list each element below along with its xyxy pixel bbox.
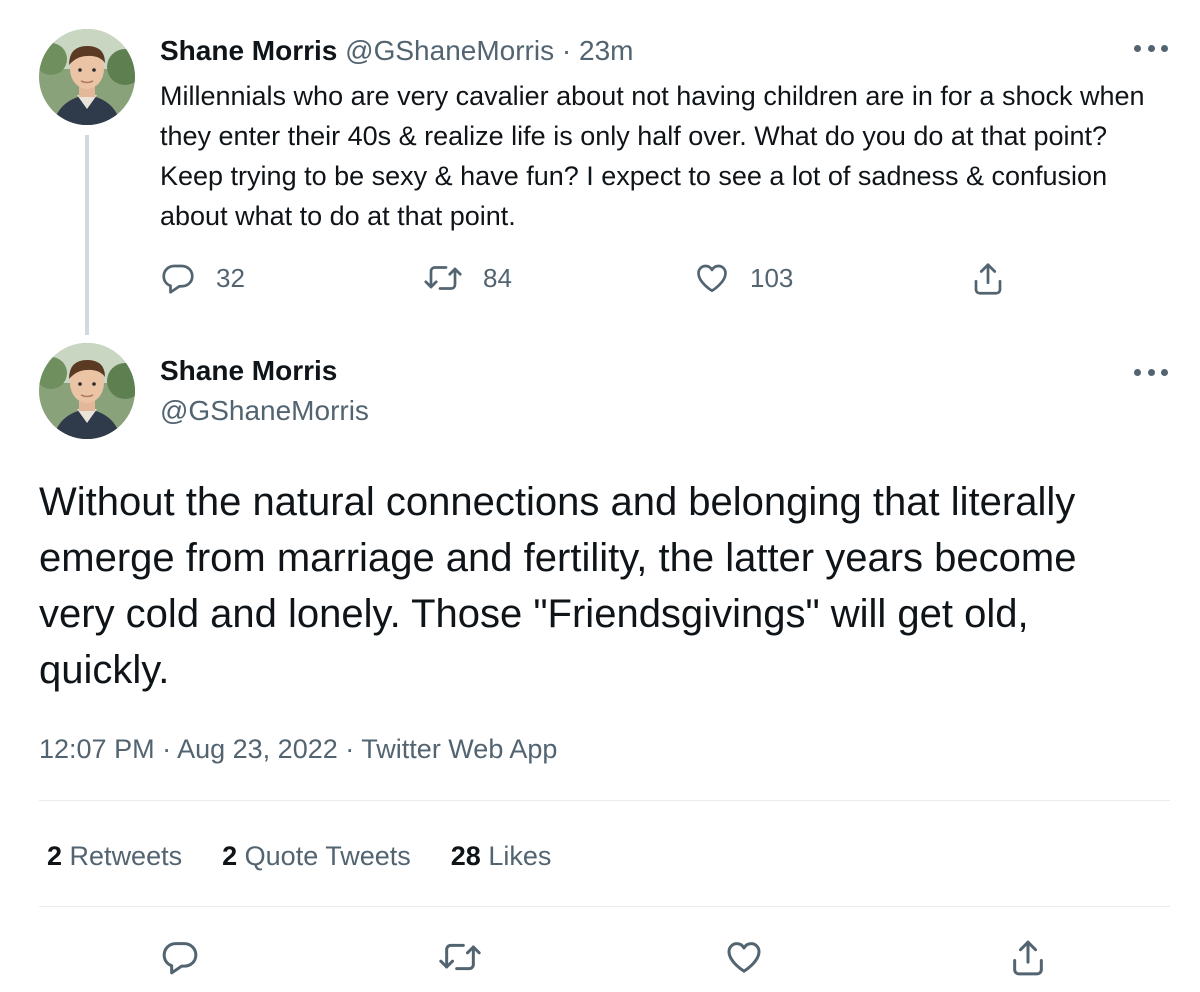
- tweet-date[interactable]: Aug 23, 2022: [177, 734, 338, 764]
- tweet-meta: 12:07 PM · Aug 23, 2022 · Twitter Web Ap…: [39, 731, 557, 767]
- tweet-time[interactable]: 23m: [579, 35, 633, 66]
- retweet-icon: [438, 937, 482, 977]
- like-button[interactable]: [724, 937, 764, 977]
- share-button[interactable]: [1008, 937, 1048, 979]
- heart-icon: [724, 937, 764, 977]
- divider: [39, 906, 1170, 907]
- divider: [39, 800, 1170, 801]
- share-button[interactable]: [970, 260, 1006, 298]
- more-icon[interactable]: [1134, 362, 1168, 382]
- separator-dot: ·: [162, 734, 172, 764]
- retweets-label: Retweets: [69, 841, 183, 871]
- author-name[interactable]: Shane Morris: [160, 35, 337, 66]
- separator-dot: ·: [345, 734, 355, 764]
- reply-count: 32: [216, 262, 245, 293]
- likes-stat[interactable]: 28 Likes: [451, 838, 552, 874]
- parent-tweet-header: Shane Morris @GShaneMorris · 23m: [160, 33, 633, 69]
- more-icon[interactable]: [1134, 38, 1168, 58]
- retweet-icon: [423, 260, 463, 296]
- author-handle[interactable]: @GShaneMorris: [345, 35, 554, 66]
- tweet-time[interactable]: 12:07 PM: [39, 734, 155, 764]
- reply-icon: [160, 260, 196, 296]
- author-handle[interactable]: @GShaneMorris: [160, 393, 369, 429]
- thread-line: [85, 135, 89, 335]
- avatar[interactable]: [39, 343, 135, 439]
- retweet-button[interactable]: 84: [423, 260, 512, 296]
- tweet-detail-page: Shane Morris @GShaneMorris · 23m Millenn…: [0, 0, 1200, 992]
- reply-button[interactable]: 32: [160, 260, 245, 296]
- share-icon: [1008, 937, 1048, 979]
- quote-tweets-stat[interactable]: 2 Quote Tweets: [222, 838, 411, 874]
- heart-icon: [694, 260, 730, 296]
- reply-icon: [160, 937, 200, 977]
- retweets-stat[interactable]: 2 Retweets: [47, 838, 182, 874]
- likes-count: 28: [450, 841, 481, 871]
- likes-label: Likes: [488, 841, 552, 871]
- avatar[interactable]: [39, 29, 135, 125]
- quote-tweets-label: Quote Tweets: [244, 841, 411, 871]
- tweet-source[interactable]: Twitter Web App: [361, 734, 557, 764]
- main-tweet-text: Without the natural connections and belo…: [39, 480, 1077, 692]
- author-name[interactable]: Shane Morris: [160, 353, 337, 389]
- retweet-button[interactable]: [438, 937, 482, 977]
- quote-tweets-count: 2: [222, 841, 238, 871]
- reply-button[interactable]: [160, 937, 200, 977]
- retweets-count: 2: [47, 841, 63, 871]
- share-icon: [970, 260, 1006, 298]
- tweet-stats: 2 Retweets 2 Quote Tweets 28 Likes: [47, 838, 591, 874]
- retweet-count: 84: [483, 262, 512, 293]
- parent-tweet-text: Millennials who are very cavalier about …: [160, 81, 1145, 231]
- separator-dot: ·: [561, 35, 572, 66]
- like-button[interactable]: 103: [694, 260, 793, 296]
- like-count: 103: [750, 262, 794, 293]
